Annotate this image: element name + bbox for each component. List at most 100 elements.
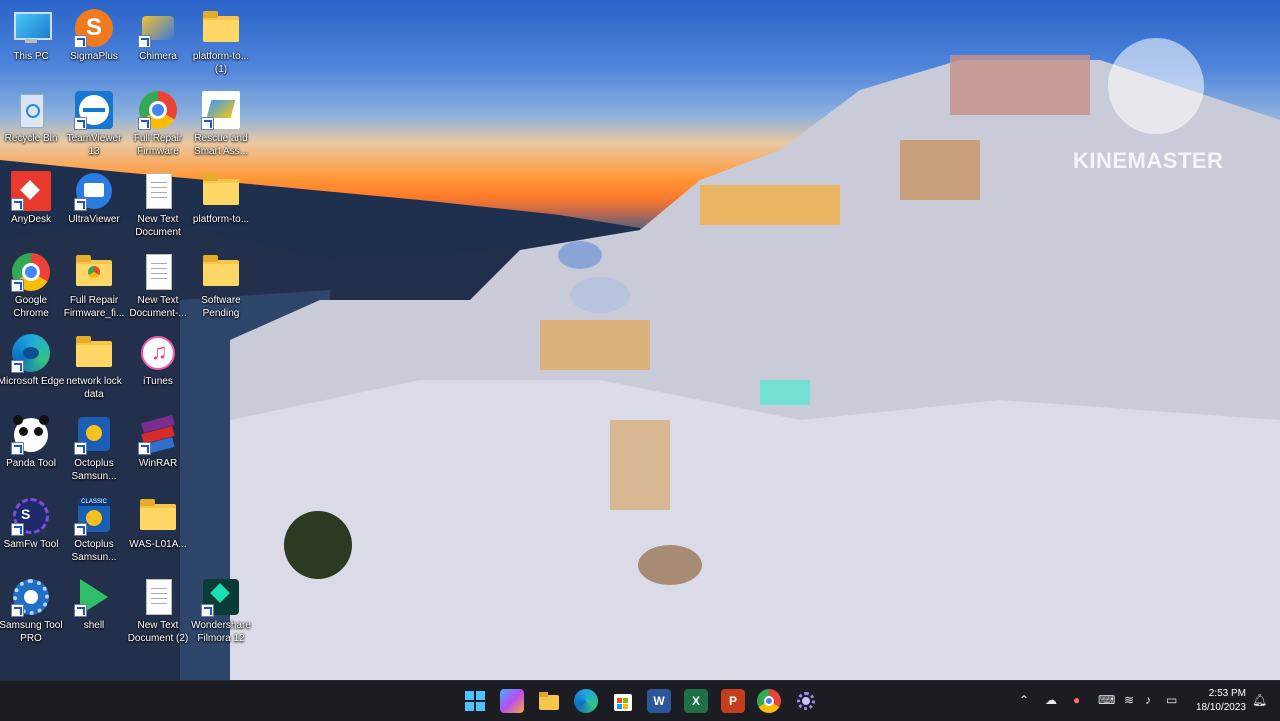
ultraviewer-icon	[74, 171, 114, 211]
desktop-icon-label: platform-to...	[192, 214, 250, 225]
desktop-icon-label: New Text Document-...	[129, 295, 187, 319]
clock-time: 2:53 PM	[1208, 688, 1246, 699]
filmora-icon	[201, 577, 241, 617]
chimera-icon	[138, 8, 178, 48]
panda-icon	[11, 415, 51, 455]
desktop-icon-shell[interactable]: shell	[60, 573, 128, 632]
desktop-icon-new-text-document[interactable]: New Text Document	[124, 167, 192, 239]
kinemaster-logo	[1108, 38, 1204, 134]
desktop-icon-label: platform-to... (1)	[192, 51, 250, 75]
desktop-icon-samsung-tool-pro[interactable]: Samsung Tool PRO	[0, 573, 65, 645]
desktop-icon-label: Octoplus Samsun...	[71, 458, 117, 482]
desktop-icon-platform-tools-1[interactable]: platform-to... (1)	[187, 4, 255, 76]
desktop-icon-label: SigmaPlus	[70, 51, 118, 62]
folder-icon	[138, 496, 178, 536]
desktop-icon-label: Panda Tool	[6, 458, 56, 469]
desktop-icon-label: Microsoft Edge	[0, 376, 65, 387]
copilot-icon[interactable]	[500, 689, 524, 713]
desktop-icon-ultraviewer[interactable]: UltraViewer	[60, 167, 128, 226]
microphone-icon[interactable]: ●	[1073, 693, 1080, 707]
desktop-icon-label: Chimera	[139, 51, 177, 62]
desktop-icon-label: SamFw Tool	[3, 539, 59, 550]
folder-icon	[74, 333, 114, 373]
edge-icon	[11, 333, 51, 373]
microsoft-store-icon[interactable]	[611, 689, 635, 713]
folder-icon	[201, 171, 241, 211]
desktop-icon-sigmaplus[interactable]: S SigmaPlus	[60, 4, 128, 63]
desktop-icon-itunes[interactable]: ♫ iTunes	[124, 329, 192, 388]
desktop-icon-wondershare-filmora[interactable]: Wondershare Filmora 12	[187, 573, 255, 645]
volume-icon[interactable]: ♪	[1145, 693, 1151, 707]
battery-icon[interactable]: ▭	[1166, 693, 1177, 707]
desktop-icon-label: network lock data	[66, 376, 122, 400]
desktop-icon-new-text-document-2[interactable]: New Text Document-...	[124, 248, 192, 320]
octoplus-classic-icon: CLASSIC	[74, 496, 114, 536]
file-explorer-icon[interactable]	[537, 689, 561, 713]
notification-bell-icon[interactable]: 🔔︎	[1252, 693, 1267, 707]
samsung-tool-icon	[11, 577, 51, 617]
chevron-up-icon[interactable]: ⌃	[1019, 693, 1029, 707]
desktop-icon-teamviewer[interactable]: TeamViewer 13	[60, 86, 128, 158]
chrome-icon	[138, 90, 178, 130]
desktop-icon-recycle-bin[interactable]: Recycle Bin	[0, 86, 65, 145]
excel-icon[interactable]: X	[684, 689, 708, 713]
rescue-smart-assistant-icon	[201, 90, 241, 130]
wifi-icon[interactable]: ≋	[1124, 693, 1134, 707]
desktop-icon-rescue-smart-assistant[interactable]: Rescue and Smart Ass...	[187, 86, 255, 158]
folder-icon	[74, 252, 114, 292]
desktop-icon-label: Recycle Bin	[4, 133, 58, 144]
desktop-icon-platform-tools[interactable]: platform-to...	[187, 167, 255, 226]
desktop-icon-label: Rescue and Smart Ass...	[194, 133, 248, 157]
text-document-icon	[138, 171, 178, 211]
desktop-icon-chimera[interactable]: Chimera	[124, 4, 192, 63]
itunes-icon: ♫	[138, 333, 178, 373]
desktop-icon-microsoft-edge[interactable]: Microsoft Edge	[0, 329, 65, 388]
winrar-icon	[138, 415, 178, 455]
desktop-icon-label: Samsung Tool PRO	[0, 620, 63, 644]
desktop-icon-label: Google Chrome	[13, 295, 49, 319]
meet-now-icon[interactable]: ☁	[1045, 693, 1057, 707]
desktop-icon-was-l01a-folder[interactable]: WAS-L01A...	[124, 492, 192, 551]
desktop-icon-full-repair-firmware-folder[interactable]: Full Repair Firmware_fi...	[60, 248, 128, 320]
desktop-icon-label: New Text Document (2)	[127, 620, 189, 644]
monitor-icon	[11, 8, 52, 48]
desktop-icon-label: Wondershare Filmora 12	[191, 620, 251, 644]
desktop-icon-network-lock-data[interactable]: network lock data	[60, 329, 128, 401]
folder-icon	[201, 8, 241, 48]
kinemaster-watermark: KINEMASTER	[1073, 148, 1224, 173]
desktop-icon-samfw-tool[interactable]: S SamFw Tool	[0, 492, 65, 551]
taskbar: W X P ⌃ ☁ ● ⌨ ≋ ♪ ▭ 2:53 PM 18/10/2023 🔔…	[0, 680, 1280, 721]
anydesk-icon	[11, 171, 51, 211]
desktop-icon-label: iTunes	[143, 376, 173, 387]
chrome-icon	[11, 252, 51, 292]
desktop-icon-anydesk[interactable]: AnyDesk	[0, 167, 65, 226]
keyboard-icon[interactable]: ⌨	[1098, 693, 1115, 707]
word-icon[interactable]: W	[647, 689, 671, 713]
edge-icon[interactable]	[574, 689, 598, 713]
desktop-icon-winrar[interactable]: WinRAR	[124, 411, 192, 470]
desktop-icon-full-repair-firmware[interactable]: Full Repair Firmware	[124, 86, 192, 158]
text-document-icon	[138, 252, 178, 292]
desktop-icon-label: WAS-L01A...	[129, 539, 187, 550]
teamviewer-icon	[74, 90, 114, 130]
desktop-icon-octoplus-classic[interactable]: CLASSIC Octoplus Samsun...	[60, 492, 128, 564]
folder-icon	[201, 252, 241, 292]
octoplus-icon	[74, 415, 114, 455]
desktop-icon-label: Software Pending	[201, 295, 241, 319]
powerpoint-icon[interactable]: P	[721, 689, 745, 713]
desktop-icon-octoplus-samsung[interactable]: Octoplus Samsun...	[60, 411, 128, 483]
desktop-icon-new-text-document-3[interactable]: New Text Document (2)	[124, 573, 192, 645]
shell-icon	[74, 577, 114, 617]
start-icon[interactable]	[463, 689, 487, 713]
desktop-icon-label: WinRAR	[138, 458, 178, 469]
desktop-icon-label: UltraViewer	[68, 214, 120, 225]
desktop-icon-software-pending[interactable]: Software Pending	[187, 248, 255, 320]
text-document-icon	[138, 577, 178, 617]
clock[interactable]: 2:53 PM 18/10/2023	[1188, 687, 1246, 715]
desktop-icon-panda-tool[interactable]: Panda Tool	[0, 411, 65, 470]
desktop-icon-this-pc[interactable]: This PC	[0, 4, 65, 63]
desktop-icon-label: AnyDesk	[10, 214, 51, 225]
desktop-icon-google-chrome[interactable]: Google Chrome	[0, 248, 65, 320]
settings-gear-icon[interactable]	[794, 689, 818, 713]
chrome-icon[interactable]	[757, 689, 781, 713]
